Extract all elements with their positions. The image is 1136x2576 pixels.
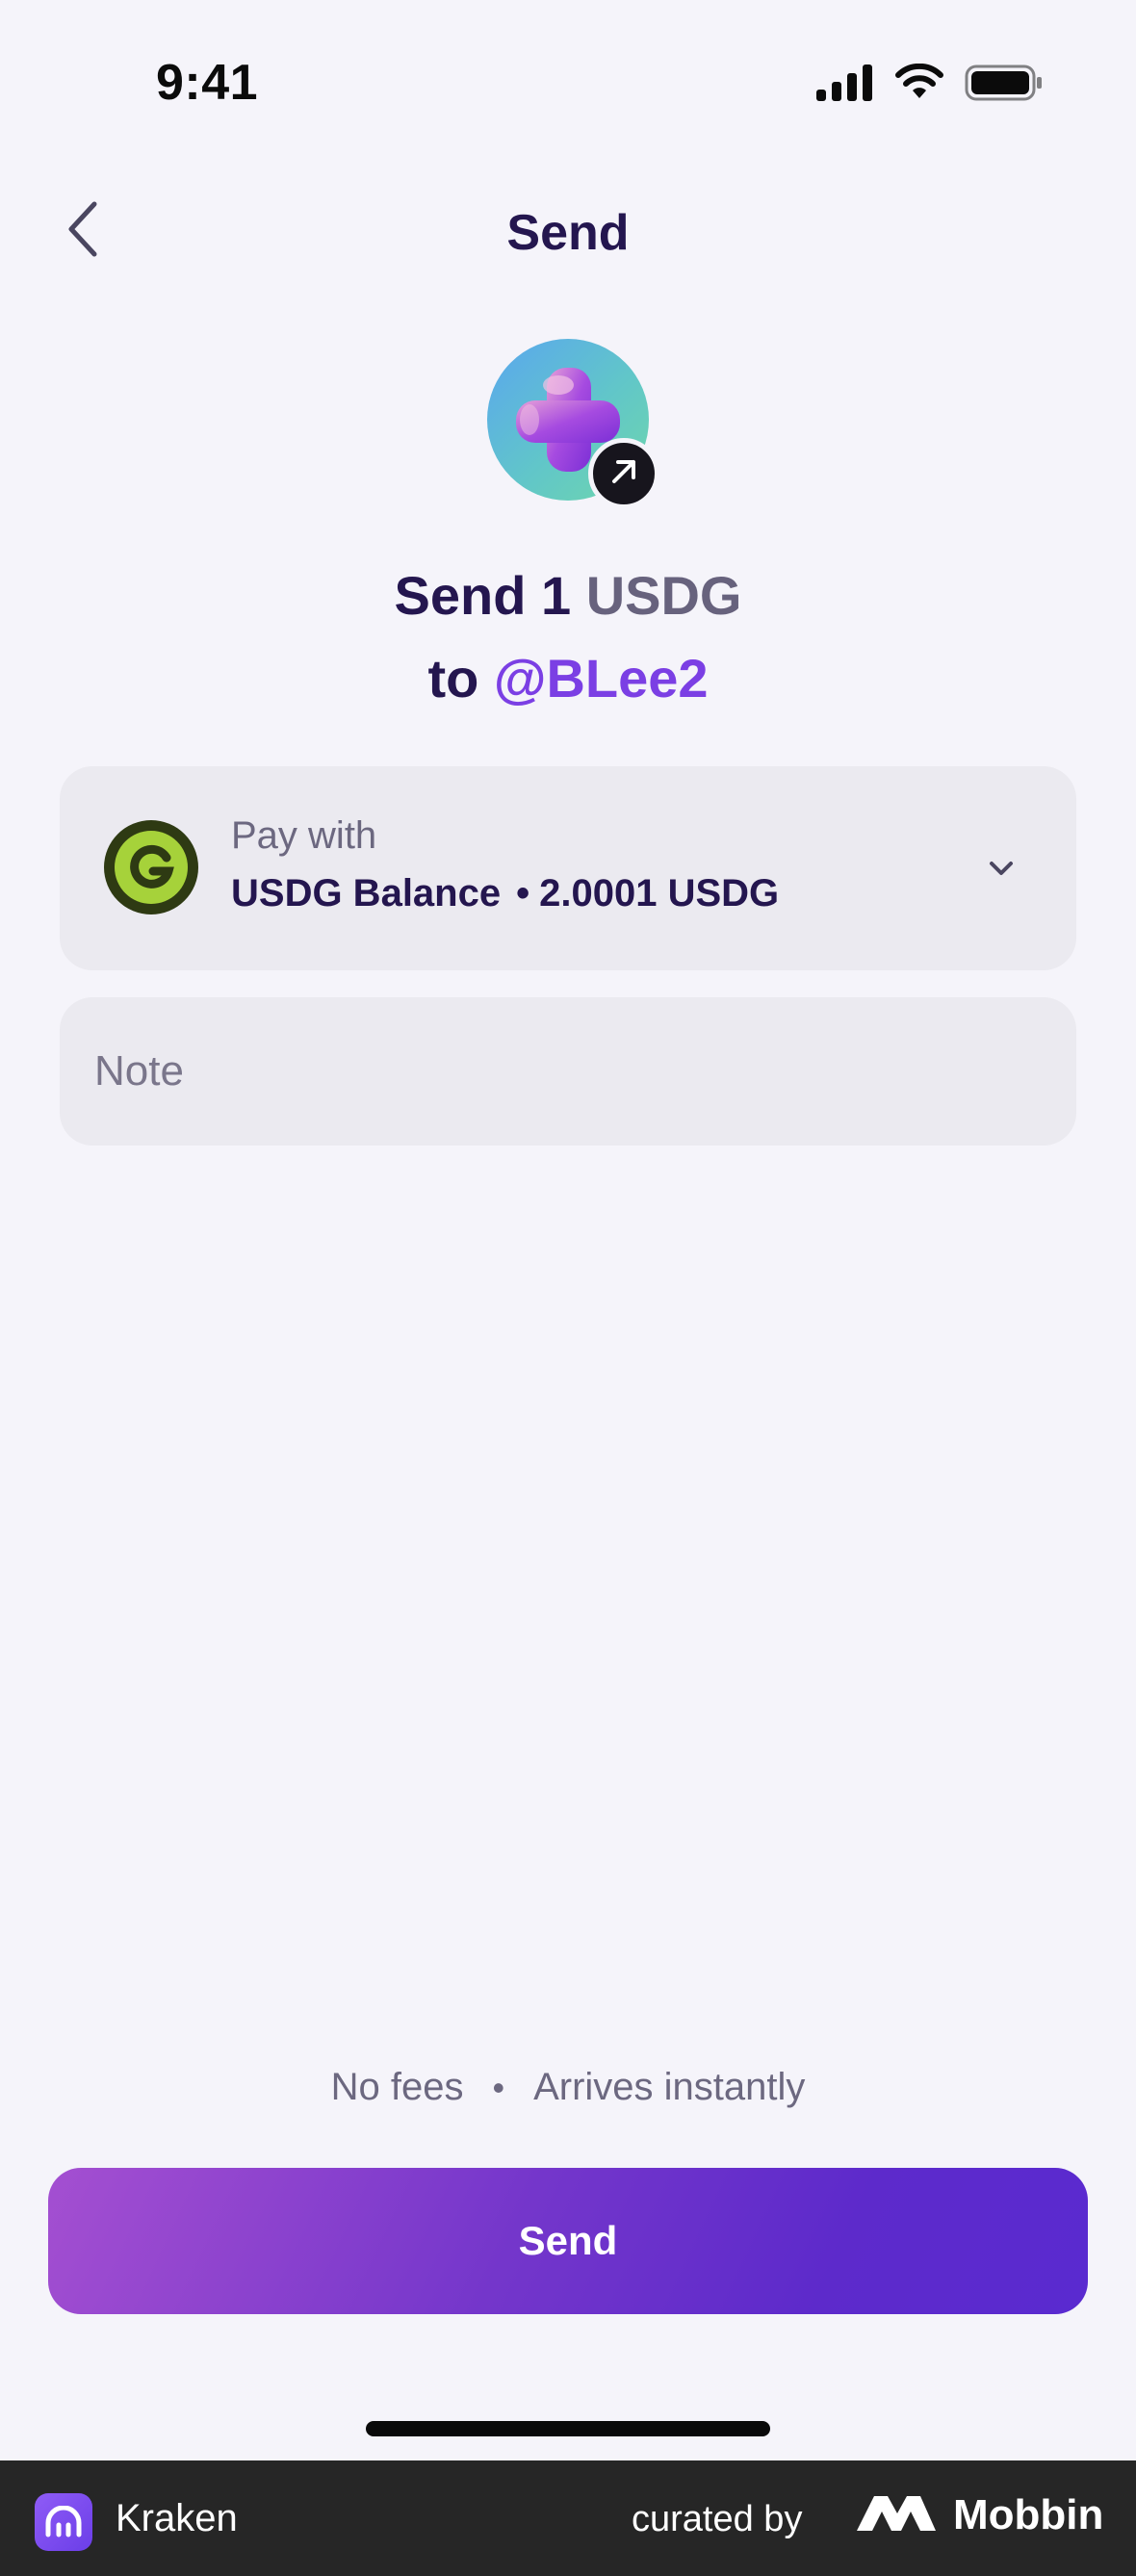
- status-bar: 9:41: [0, 0, 1136, 164]
- page-title: Send: [506, 205, 630, 261]
- send-recipient-line: to @BLee2: [0, 637, 1136, 720]
- pay-with-account: USDG Balance • 2.0001 USDG: [231, 872, 779, 915]
- status-time: 9:41: [156, 55, 259, 111]
- arrow-up-right-icon: [607, 454, 641, 494]
- signal-icon: [814, 64, 874, 106]
- pay-with-label: Pay with: [231, 814, 377, 857]
- fees-text: No fees: [330, 2066, 464, 2108]
- account-balance: 2.0001 USDG: [539, 872, 780, 914]
- usdg-coin-icon: [104, 820, 198, 914]
- send-asset: USDG: [585, 565, 742, 626]
- send-amount: Send 1: [394, 565, 572, 626]
- recipient-handle[interactable]: @BLee2: [494, 648, 709, 708]
- note-input[interactable]: [60, 997, 1076, 1146]
- home-indicator[interactable]: [366, 2421, 770, 2436]
- send-button[interactable]: Send: [48, 2168, 1088, 2314]
- mobbin-logo-icon: [853, 2492, 940, 2539]
- send-amount-line: Send 1 USDG: [0, 554, 1136, 637]
- footer-app-name: Kraken: [116, 2497, 238, 2539]
- footer-brand-name: Mobbin: [953, 2491, 1104, 2538]
- account-separator: •: [516, 872, 530, 914]
- footer-brand: Mobbin: [853, 2491, 1103, 2539]
- kraken-logo-icon: [35, 2493, 92, 2551]
- transfer-info: No fees • Arrives instantly: [0, 2066, 1136, 2109]
- account-name: USDG Balance: [231, 872, 502, 914]
- wifi-icon: [893, 63, 945, 107]
- send-badge: [588, 438, 659, 509]
- battery-icon: [965, 64, 1044, 107]
- chevron-down-icon: [982, 849, 1020, 888]
- send-to-label: to: [427, 648, 479, 708]
- footer-curated-by: curated by: [632, 2499, 803, 2539]
- send-heading: Send 1 USDG to @BLee2: [0, 554, 1136, 720]
- arrival-text: Arrives instantly: [533, 2066, 806, 2108]
- footer-bar: Kraken curated by Mobbin: [0, 2460, 1136, 2576]
- status-icons: [814, 63, 1044, 107]
- pay-with-selector[interactable]: Pay with USDG Balance • 2.0001 USDG: [60, 766, 1076, 970]
- info-separator: •: [492, 2068, 505, 2107]
